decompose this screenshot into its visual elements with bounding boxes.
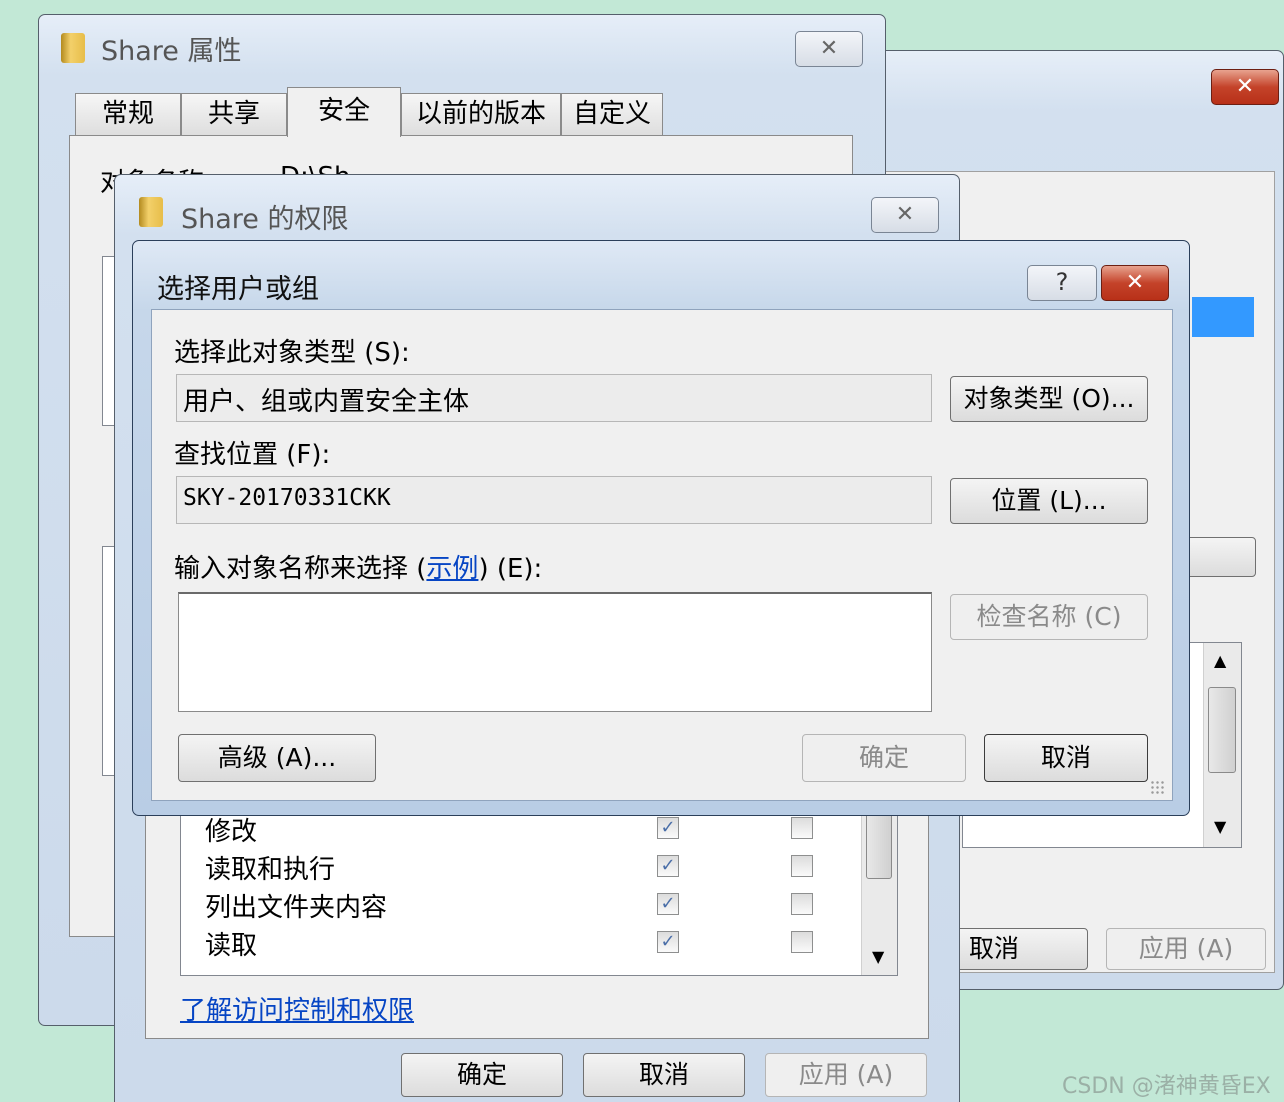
resize-grip-icon[interactable] bbox=[1150, 780, 1166, 796]
select-dialog-client: 选择此对象类型 (S): 用户、组或内置安全主体 对象类型 (O)... 查找位… bbox=[151, 309, 1173, 801]
locations-button[interactable]: 位置 (L)... bbox=[950, 478, 1148, 524]
location-label: 查找位置 (F): bbox=[174, 440, 331, 470]
tab-customize[interactable]: 自定义 bbox=[561, 93, 663, 135]
permission-list: 修改 ✓ ✓ 读取和执行 ✓ ✓ 列出文件夹内容 ✓ ✓ 读取 ✓ ✓ ▼ bbox=[180, 796, 898, 976]
tab-security[interactable]: 安全 bbox=[287, 87, 401, 137]
permission-name: 修改 bbox=[205, 817, 258, 847]
back-window-button-stub[interactable] bbox=[1184, 537, 1256, 577]
tab-sharing-label: 共享 bbox=[207, 99, 260, 129]
folder-icon bbox=[61, 33, 85, 63]
scroll-down-icon[interactable]: ▼ bbox=[872, 947, 884, 966]
allow-checkbox[interactable]: ✓ bbox=[657, 893, 679, 915]
help-button[interactable]: ? bbox=[1027, 265, 1097, 301]
permissions-window-close-button[interactable]: ✕ bbox=[871, 197, 939, 233]
select-users-dialog: 选择用户或组 ? ✕ 选择此对象类型 (S): 用户、组或内置安全主体 对象类型… bbox=[132, 240, 1190, 816]
folder-icon bbox=[139, 197, 163, 227]
object-type-field: 用户、组或内置安全主体 bbox=[176, 374, 932, 422]
scroll-thumb[interactable] bbox=[1208, 687, 1236, 773]
properties-window-title: Share 属性 bbox=[101, 36, 242, 67]
tab-previous-versions[interactable]: 以前的版本 bbox=[401, 93, 561, 135]
back-window-cancel-button[interactable]: 取消 bbox=[956, 928, 1088, 970]
permissions-apply-button[interactable]: 应用 (A) bbox=[765, 1053, 927, 1097]
back-window-close-button[interactable]: ✕ bbox=[1211, 69, 1279, 105]
tab-customize-label: 自定义 bbox=[572, 99, 651, 129]
watermark: CSDN @渚神黄昏EX bbox=[1062, 1074, 1271, 1099]
back-window-scrollbar[interactable]: ▲ ▼ bbox=[1203, 643, 1241, 847]
location-field: SKY-20170331CKK bbox=[176, 476, 932, 524]
permission-name: 列出文件夹内容 bbox=[205, 893, 388, 923]
examples-link[interactable]: 示例 bbox=[426, 554, 478, 584]
tab-general-label: 常规 bbox=[101, 99, 154, 129]
object-types-button[interactable]: 对象类型 (O)... bbox=[950, 376, 1148, 422]
allow-checkbox[interactable]: ✓ bbox=[657, 855, 679, 877]
permissions-cancel-button[interactable]: 取消 bbox=[583, 1053, 745, 1097]
back-window-selected-row[interactable] bbox=[1192, 297, 1254, 337]
properties-window-close-button[interactable]: ✕ bbox=[795, 31, 863, 67]
check-names-button[interactable]: 检查名称 (C) bbox=[950, 594, 1148, 640]
deny-checkbox[interactable]: ✓ bbox=[791, 931, 813, 953]
deny-checkbox[interactable]: ✓ bbox=[791, 855, 813, 877]
object-type-value: 用户、组或内置安全主体 bbox=[183, 387, 470, 417]
object-type-label: 选择此对象类型 (S): bbox=[174, 338, 410, 368]
tab-previous-versions-label: 以前的版本 bbox=[415, 99, 546, 129]
select-cancel-button[interactable]: 取消 bbox=[984, 734, 1148, 782]
permission-name: 读取 bbox=[205, 931, 258, 961]
enter-names-suffix: ) (E): bbox=[478, 554, 543, 584]
permissions-ok-button[interactable]: 确定 bbox=[401, 1053, 563, 1097]
select-ok-button[interactable]: 确定 bbox=[802, 734, 966, 782]
object-names-input[interactable] bbox=[178, 592, 932, 712]
allow-checkbox[interactable]: ✓ bbox=[657, 931, 679, 953]
permissions-window-title: Share 的权限 bbox=[181, 204, 349, 235]
deny-checkbox[interactable]: ✓ bbox=[791, 817, 813, 839]
scroll-down-icon[interactable]: ▼ bbox=[1214, 817, 1226, 836]
tab-sharing[interactable]: 共享 bbox=[181, 93, 287, 135]
tab-security-label: 安全 bbox=[317, 96, 370, 126]
select-dialog-close-button[interactable]: ✕ bbox=[1101, 265, 1169, 301]
select-dialog-title: 选择用户或组 bbox=[157, 274, 319, 305]
learn-access-control-link[interactable]: 了解访问控制和权限 bbox=[180, 990, 414, 1027]
deny-checkbox[interactable]: ✓ bbox=[791, 893, 813, 915]
permission-name: 读取和执行 bbox=[205, 855, 336, 885]
tab-general[interactable]: 常规 bbox=[75, 93, 181, 135]
advanced-button[interactable]: 高级 (A)... bbox=[178, 734, 376, 782]
allow-checkbox[interactable]: ✓ bbox=[657, 817, 679, 839]
scroll-up-icon[interactable]: ▲ bbox=[1214, 651, 1226, 670]
enter-names-prefix: 输入对象名称来选择 ( bbox=[174, 554, 427, 584]
back-window-apply-button[interactable]: 应用 (A) bbox=[1106, 928, 1266, 970]
enter-names-label: 输入对象名称来选择 (示例) (E): bbox=[174, 548, 542, 585]
permission-list-scrollbar[interactable]: ▼ bbox=[861, 797, 897, 975]
location-value: SKY-20170331CKK bbox=[183, 485, 391, 511]
